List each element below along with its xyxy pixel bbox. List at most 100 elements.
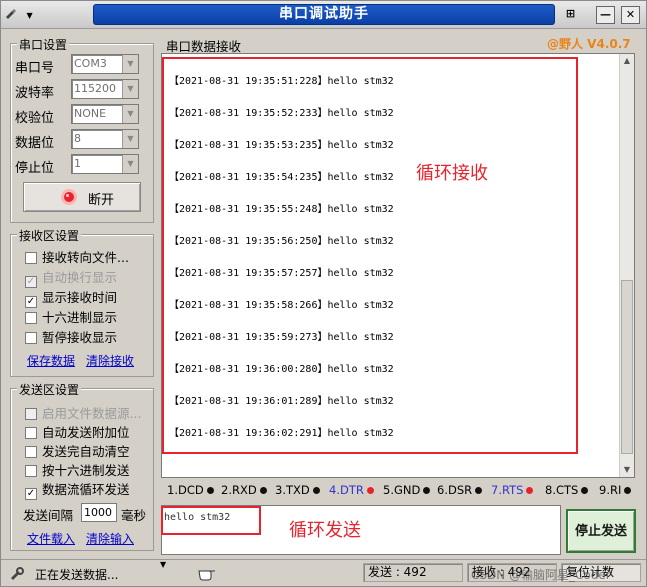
signal-indicator: 4.DTR — [329, 483, 374, 497]
brand-label: @野人 V4.0.7 — [547, 37, 631, 51]
signal-label: 1.DCD — [167, 483, 204, 497]
close-button[interactable]: ✕ — [621, 6, 640, 24]
load-file-link[interactable]: 文件载入 — [27, 530, 75, 547]
send-option-label: 启用文件数据源... — [42, 406, 142, 421]
port-label: 串口号 — [15, 61, 55, 76]
receive-settings-title: 接收区设置 — [17, 227, 82, 244]
receive-option-checkbox: ✓ 自动换行显示 — [25, 267, 118, 288]
receive-option-label: 显示接收时间 — [42, 290, 118, 305]
send-settings-title: 发送区设置 — [17, 381, 82, 398]
scroll-up-icon[interactable]: ▲ — [620, 54, 634, 68]
title-bar: ▼ 串口调试助手 ⊞ — ✕ — [1, 1, 646, 29]
parity-value: NONE — [74, 107, 107, 120]
chevron-down-icon: ▼ — [122, 105, 138, 123]
receive-annotation: 循环接收 — [416, 163, 488, 184]
signal-led-icon — [366, 487, 374, 494]
checkbox-icon — [25, 465, 37, 477]
connect-toggle-button[interactable]: 断开 — [23, 182, 141, 212]
receive-option-checkbox[interactable]: 接收转向文件... — [25, 247, 129, 265]
minimize-button[interactable]: — — [596, 6, 615, 24]
signal-led-icon — [581, 487, 589, 494]
send-option-checkbox[interactable]: 自动发送附加位 — [25, 422, 130, 440]
checkbox-icon — [25, 332, 37, 344]
clear-receive-link[interactable]: 清除接收 — [86, 352, 134, 369]
checkbox-icon — [25, 408, 37, 420]
status-bar: 正在发送数据... ▼ 发送 : 492 接收 : 492 复位计数 CSDN … — [1, 559, 646, 587]
databits-select[interactable]: 8 ▼ — [71, 129, 139, 149]
send-option-checkbox: 启用文件数据源... — [25, 403, 142, 421]
send-option-label: 数据流循环发送 — [42, 482, 130, 497]
save-data-link[interactable]: 保存数据 — [27, 352, 75, 369]
signal-indicator: 8.CTS — [545, 483, 589, 497]
checkbox-icon — [25, 252, 37, 264]
signal-led-icon — [624, 487, 632, 494]
checkbox-icon — [25, 312, 37, 324]
send-option-checkbox[interactable]: 发送完自动清空 — [25, 441, 130, 459]
chevron-down-icon: ▼ — [122, 155, 138, 173]
checkbox-icon — [25, 446, 37, 458]
pin-icon[interactable]: ⊞ — [561, 6, 580, 24]
baud-value: 115200 — [74, 82, 116, 95]
receive-option-label: 十六进制显示 — [42, 310, 118, 325]
signal-label: 2.RXD — [221, 483, 257, 497]
send-option-label: 按十六进制发送 — [42, 463, 130, 478]
status-led-icon — [60, 188, 78, 206]
stopbits-select[interactable]: 1 ▼ — [71, 154, 139, 174]
chevron-down-icon: ▼ — [122, 130, 138, 148]
signal-label: 5.GND — [383, 483, 421, 497]
checkbox-icon: ✓ — [25, 488, 37, 500]
serial-settings-group: 串口设置 串口号 COM3 ▼ 波特率 115200 ▼ 校验位 NONE ▼ … — [10, 36, 154, 223]
status-text: 正在发送数据... — [35, 568, 119, 582]
stopbits-label: 停止位 — [15, 161, 55, 176]
receive-settings-group: 接收区设置 接收转向文件... ✓ 自动换行显示 ✓ 显示接收时间十六进制显示暂停接收显… — [10, 227, 154, 377]
resize-arrow-icon: ▼ — [160, 560, 167, 569]
receive-option-checkbox[interactable]: 暂停接收显示 — [25, 327, 117, 345]
send-option-checkbox[interactable]: 按十六进制发送 — [25, 460, 130, 478]
receive-highlight-box — [162, 57, 578, 454]
system-menu-arrow-icon: ▼ — [26, 11, 33, 20]
signal-led-icon — [475, 487, 483, 494]
app-icon — [5, 8, 17, 20]
signal-line-bar: 1.DCD 2.RXD 3.TXD 4.DTR 5.GND 6.DSR 7.RTS 8.CTS… — [161, 480, 635, 500]
receive-option-checkbox[interactable]: 十六进制显示 — [25, 307, 118, 325]
receive-option-checkbox[interactable]: ✓ 显示接收时间 — [25, 287, 118, 308]
receive-option-label: 自动换行显示 — [42, 270, 118, 285]
stop-send-button[interactable]: 停止发送 — [566, 509, 636, 553]
signal-indicator: 1.DCD — [167, 483, 214, 497]
port-value: COM3 — [74, 57, 107, 70]
signal-led-icon — [423, 487, 431, 494]
system-menu[interactable]: ▼ — [5, 6, 47, 24]
baud-select[interactable]: 115200 ▼ — [71, 79, 139, 99]
parity-select[interactable]: NONE ▼ — [71, 104, 139, 124]
port-select[interactable]: COM3 ▼ — [71, 54, 139, 74]
chevron-down-icon: ▼ — [122, 80, 138, 98]
watermark: CSDN @输脑阿星_Coder — [471, 568, 611, 582]
send-highlight-box — [161, 506, 261, 535]
signal-label: 7.RTS — [491, 483, 524, 497]
serial-settings-title: 串口设置 — [17, 36, 70, 53]
receive-option-label: 接收转向文件... — [42, 250, 129, 265]
baud-label: 波特率 — [15, 86, 55, 101]
parity-label: 校验位 — [15, 111, 55, 126]
send-settings-group: 发送区设置 启用文件数据源... 自动发送附加位 发送完自动清空按十六进制发送 ✓ 数据… — [10, 381, 154, 551]
send-option-checkbox[interactable]: ✓ 数据流循环发送 — [25, 479, 130, 500]
receive-scrollbar[interactable]: ▲ ▼ — [619, 54, 634, 477]
signal-label: 6.DSR — [437, 483, 473, 497]
stopbits-value: 1 — [74, 157, 81, 170]
signal-led-icon — [259, 487, 267, 494]
signal-indicator: 2.RXD — [221, 483, 267, 497]
signal-label: 3.TXD — [275, 483, 310, 497]
clear-input-link[interactable]: 清除输入 — [86, 530, 134, 547]
send-annotation: 循环发送 — [289, 520, 361, 541]
scroll-down-icon[interactable]: ▼ — [620, 463, 634, 477]
send-option-label: 自动发送附加位 — [42, 425, 130, 440]
send-interval-input[interactable]: 1000 — [81, 503, 117, 522]
signal-led-icon — [312, 487, 320, 494]
send-interval-label: 发送间隔 — [23, 508, 74, 523]
signal-indicator: 7.RTS — [491, 483, 534, 497]
send-interval-unit: 毫秒 — [121, 508, 147, 523]
scrollbar-thumb[interactable] — [621, 280, 633, 454]
signal-label: 8.CTS — [545, 483, 579, 497]
databits-label: 数据位 — [15, 136, 55, 151]
signal-label: 4.DTR — [329, 483, 364, 497]
